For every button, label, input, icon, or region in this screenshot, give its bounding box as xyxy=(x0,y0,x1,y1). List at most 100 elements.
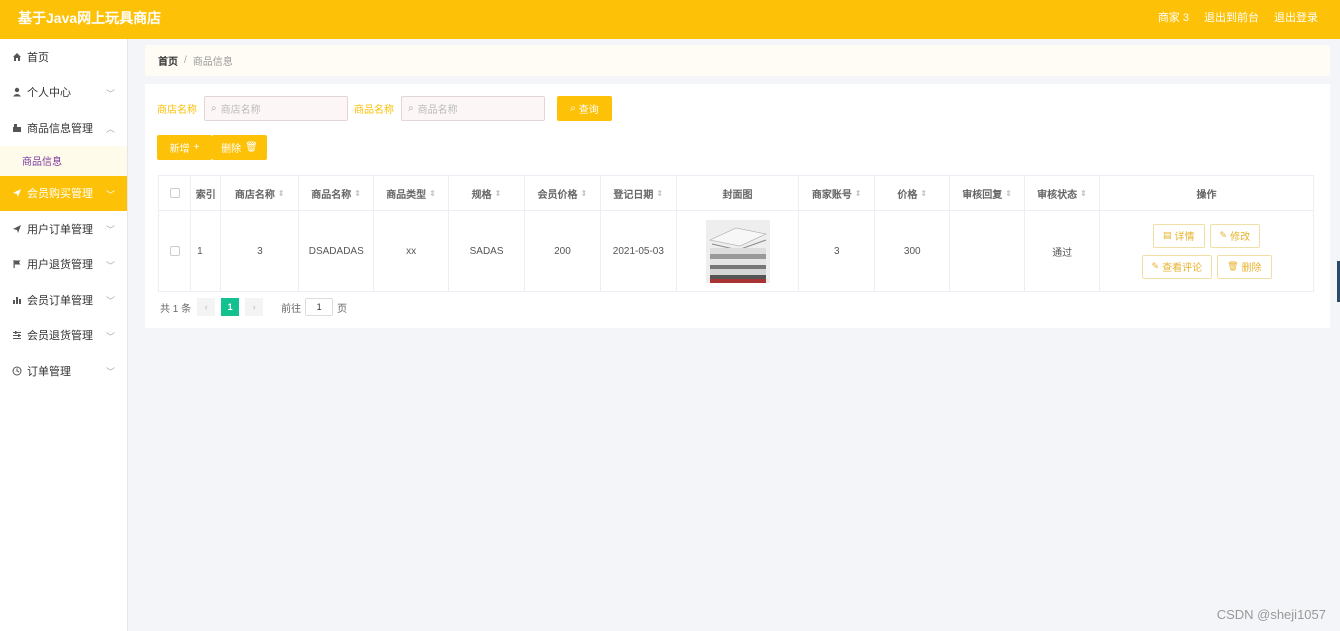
filter-icon xyxy=(11,329,23,341)
watermark: CSDN @sheji1057 xyxy=(1216,607,1326,622)
top-bar: 基于Java网上玩具商店 商家 3 退出到前台 退出登录 xyxy=(0,0,1340,39)
action-bar: 新增 + 删除 🗑 xyxy=(157,135,267,160)
delete-button-label: 删除 xyxy=(1241,263,1262,274)
detail-button[interactable]: ▤ 详情 xyxy=(1153,223,1205,248)
add-button[interactable]: 新增 + xyxy=(157,135,212,160)
sort-icon[interactable]: ⇕ xyxy=(855,189,862,198)
column-header[interactable]: 审核回复 ⇕ xyxy=(950,176,1026,210)
batch-delete-button[interactable]: 删除 🗑 xyxy=(212,135,267,160)
select-all-cell xyxy=(159,176,192,210)
sidebar-item-personal-center[interactable]: 个人中心 ﹀ xyxy=(0,75,127,111)
header-label: 审核状态 xyxy=(1037,189,1078,201)
column-header[interactable]: 商品类型 ⇕ xyxy=(374,176,449,210)
sidebar-item-label: 订单管理 xyxy=(27,365,71,378)
pagination-total: 共 1 条 xyxy=(160,303,192,315)
sidebar-item-label: 用户退货管理 xyxy=(27,259,93,272)
sort-icon[interactable]: ⇕ xyxy=(1080,189,1087,198)
sort-icon[interactable]: ⇕ xyxy=(656,189,663,198)
header-label: 封面图 xyxy=(722,189,753,201)
sidebar-item-member-order-management[interactable]: 会员订单管理 ﹀ xyxy=(0,282,127,318)
header-label: 审核回复 xyxy=(962,189,1003,201)
shop-name-input[interactable]: ⌕ 商店名称 xyxy=(204,96,348,121)
chevron-down-icon: ﹀ xyxy=(105,331,115,342)
sidebar-item-label: 会员订单管理 xyxy=(27,294,93,307)
document-icon: ▤ xyxy=(1163,230,1172,240)
search-icon: ⌕ xyxy=(211,103,217,114)
sidebar-item-member-return-management[interactable]: 会员退货管理 ﹀ xyxy=(0,318,127,354)
sidebar-item-member-purchase-management[interactable]: 会员购买管理 ﹀ xyxy=(0,175,127,211)
next-page-button[interactable]: › xyxy=(245,298,264,316)
cell-index: 1 xyxy=(191,211,222,291)
chevron-down-icon: ﹀ xyxy=(105,260,115,271)
column-header[interactable]: 价格 ⇕ xyxy=(875,176,951,210)
sort-icon[interactable]: ⇕ xyxy=(278,189,285,198)
prev-page-button[interactable]: ‹ xyxy=(197,298,216,316)
product-name-input[interactable]: ⌕ 商品名称 xyxy=(401,96,545,121)
trash-icon: 🗑 xyxy=(245,142,258,153)
cover-image xyxy=(705,219,770,283)
sidebar-item-user-order-management[interactable]: 用户订单管理 ﹀ xyxy=(0,211,127,247)
query-button[interactable]: ⌕ 查询 xyxy=(557,96,612,121)
chevron-down-icon: ﹀ xyxy=(105,296,115,306)
select-all-checkbox[interactable] xyxy=(169,188,180,198)
sidebar-item-label: 用户订单管理 xyxy=(27,223,93,236)
send-icon xyxy=(11,187,23,199)
flag-icon xyxy=(11,258,23,270)
sort-icon[interactable]: ⇕ xyxy=(920,189,927,198)
header-label: 商店名称 xyxy=(234,189,275,201)
sidebar-item-order-management[interactable]: 订单管理 ﹀ xyxy=(0,353,127,389)
user-label[interactable]: 商家 3 xyxy=(1158,9,1189,25)
header-label: 商品名称 xyxy=(311,189,352,201)
sort-icon[interactable]: ⇕ xyxy=(495,189,502,198)
delete-button[interactable]: 🗑 删除 xyxy=(1217,254,1272,279)
cell-date: 2021-05-03 xyxy=(601,211,677,291)
column-header[interactable]: 审核状态 ⇕ xyxy=(1025,176,1100,210)
column-header[interactable]: 规格 ⇕ xyxy=(449,176,525,210)
column-header[interactable]: 商品名称 ⇕ xyxy=(299,176,375,210)
sort-icon[interactable]: ⇕ xyxy=(1005,189,1012,198)
sort-icon[interactable]: ⇕ xyxy=(429,189,436,198)
send-icon xyxy=(11,223,23,235)
chevron-up-icon: ︿ xyxy=(105,124,115,134)
page-number-current[interactable]: 1 xyxy=(221,298,240,316)
trash-icon: 🗑 xyxy=(1227,261,1239,271)
sidebar-item-label: 会员购买管理 xyxy=(27,188,93,201)
cell-cover-image xyxy=(677,211,800,291)
sidebar-item-home[interactable]: 首页 xyxy=(0,39,127,75)
edit-button[interactable]: ✎ 修改 xyxy=(1209,223,1261,248)
breadcrumb-home[interactable]: 首页 xyxy=(158,53,178,68)
sidebar-item-user-return-management[interactable]: 用户退货管理 ﹀ xyxy=(0,247,127,283)
column-header[interactable]: 登记日期 ⇕ xyxy=(601,176,677,210)
shop-icon xyxy=(11,122,23,134)
sidebar-item-label: 首页 xyxy=(27,51,49,64)
row-checkbox[interactable] xyxy=(169,246,180,256)
header-label: 登记日期 xyxy=(613,189,654,201)
search-bar: 商店名称 ⌕ 商店名称 商品名称 ⌕ 商品名称 ⌕ 查询 xyxy=(157,96,612,121)
breadcrumb-separator: / xyxy=(184,55,187,66)
goto-page-input[interactable]: 1 xyxy=(305,298,334,316)
sort-icon[interactable]: ⇕ xyxy=(581,189,588,198)
logout-link[interactable]: 退出登录 xyxy=(1274,9,1318,25)
chevron-down-icon: ﹀ xyxy=(105,367,115,377)
sidebar-subitem-product-info[interactable]: 商品信息 xyxy=(0,145,127,176)
column-header[interactable]: 会员价格 ⇕ xyxy=(525,176,601,210)
column-header[interactable]: 商店名称 ⇕ xyxy=(221,176,300,210)
product-name-placeholder: 商品名称 xyxy=(417,105,458,116)
sidebar-item-product-info-management[interactable]: 商品信息管理 ︿ xyxy=(0,110,127,146)
column-header[interactable]: 商家账号 ⇕ xyxy=(799,176,876,210)
header-label: 规格 xyxy=(471,189,492,201)
sidebar: 首页 个人中心 ﹀ 商品信息管理 ︿ 商品信息 会员购买管理 ﹀ 用户订单管理 … xyxy=(0,39,128,631)
row-select-cell xyxy=(159,211,192,291)
sort-icon[interactable]: ⇕ xyxy=(354,189,361,198)
view-comments-button[interactable]: ✎ 查看评论 xyxy=(1141,254,1213,279)
cell-merchant-account: 3 xyxy=(799,211,876,291)
clock-icon xyxy=(11,365,23,377)
header-label: 操作 xyxy=(1196,189,1217,201)
cell-member-price: 200 xyxy=(525,211,601,291)
header-label: 会员价格 xyxy=(537,189,578,201)
sidebar-item-label: 商品信息管理 xyxy=(27,122,93,135)
back-to-front-link[interactable]: 退出到前台 xyxy=(1204,9,1259,25)
main-content: 商店名称 ⌕ 商店名称 商品名称 ⌕ 商品名称 ⌕ 查询 新增 + 删除 🗑 索… xyxy=(145,84,1330,328)
product-name-label: 商品名称 xyxy=(354,105,394,116)
chart-icon xyxy=(11,294,23,306)
